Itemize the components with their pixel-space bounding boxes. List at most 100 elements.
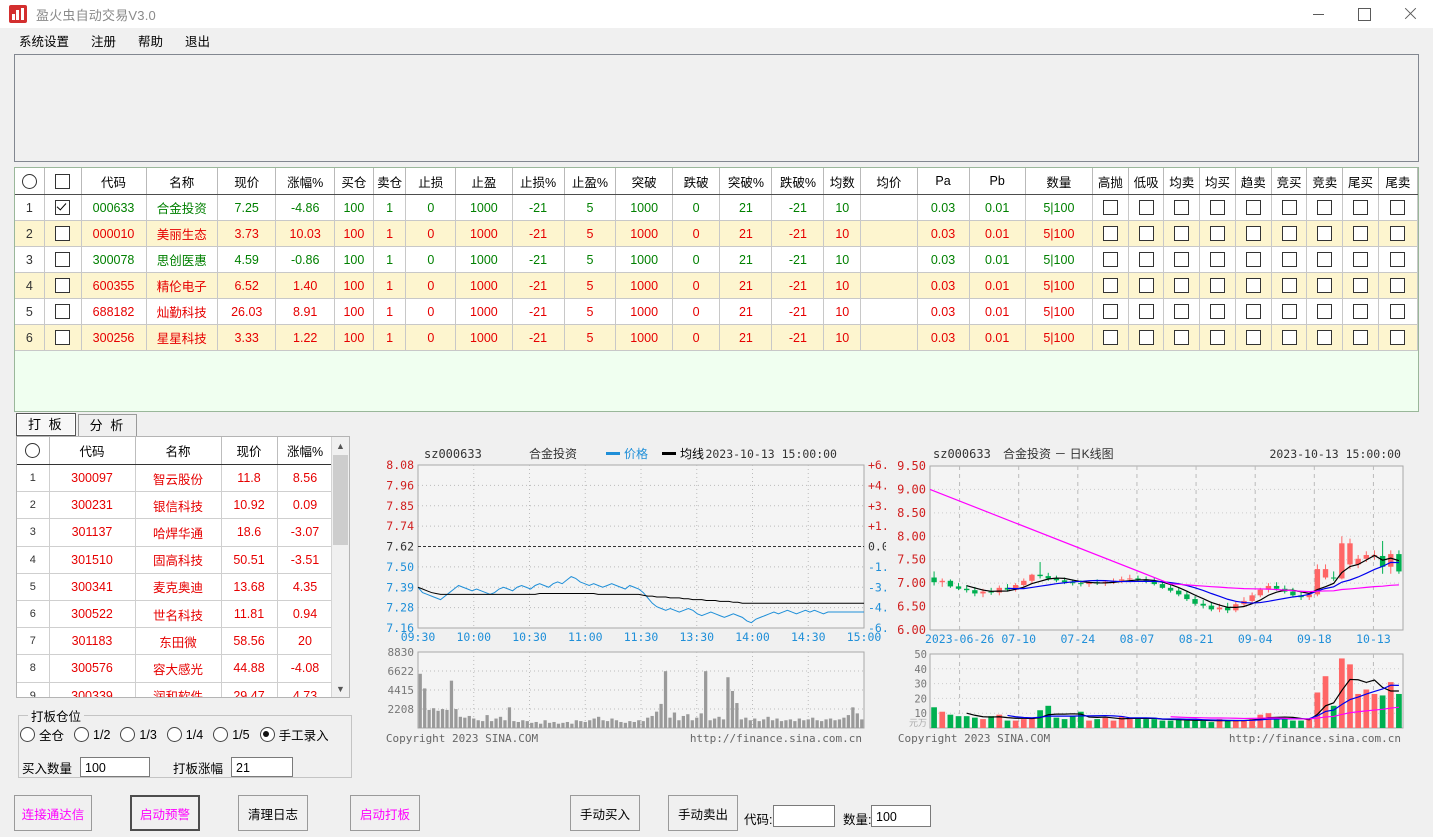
watchlist-cell-code[interactable]: 300341 bbox=[49, 573, 135, 600]
row-flag-checkbox[interactable] bbox=[1210, 330, 1225, 345]
row-select-cell[interactable] bbox=[44, 221, 81, 247]
watchlist-cell-price[interactable]: 58.56 bbox=[221, 628, 277, 655]
watchlist-cell-idx[interactable]: 9 bbox=[17, 682, 49, 698]
cell-qty[interactable]: 5|100 bbox=[1025, 247, 1092, 273]
cell-flag-均买[interactable] bbox=[1200, 195, 1236, 221]
tab-daban[interactable]: 打 板 bbox=[16, 413, 76, 436]
table-row[interactable]: 3300078思创医惠4.59-0.86100101000-2151000021… bbox=[15, 247, 1418, 273]
cell-avgp[interactable] bbox=[861, 273, 917, 299]
cell-slp[interactable]: -21 bbox=[512, 273, 564, 299]
watchlist-cell-idx[interactable]: 7 bbox=[17, 628, 49, 655]
cell-flag-竞买[interactable] bbox=[1271, 325, 1307, 351]
cell-code[interactable]: 000010 bbox=[81, 221, 146, 247]
tab-fenxi[interactable]: 分 析 bbox=[78, 414, 138, 436]
cell-chg[interactable]: 1.22 bbox=[276, 325, 334, 351]
watchlist-select-circle-icon[interactable] bbox=[25, 443, 40, 458]
cell-bdn[interactable]: 0 bbox=[672, 221, 720, 247]
cell-flag-均买[interactable] bbox=[1200, 273, 1236, 299]
cell-bdnp[interactable]: -21 bbox=[772, 273, 824, 299]
cell-tp[interactable]: 1000 bbox=[456, 325, 512, 351]
row-flag-checkbox[interactable] bbox=[1174, 200, 1189, 215]
cell-buy[interactable]: 100 bbox=[334, 299, 373, 325]
cell-bdn[interactable]: 0 bbox=[672, 325, 720, 351]
cell-flag-尾买[interactable] bbox=[1343, 221, 1379, 247]
cell-sl[interactable]: 0 bbox=[406, 325, 456, 351]
watchlist-cell-chg[interactable]: 0.09 bbox=[277, 492, 333, 519]
menu-item-exit[interactable]: 退出 bbox=[174, 28, 221, 53]
row-flag-checkbox[interactable] bbox=[1282, 278, 1297, 293]
watchlist-cell-price[interactable]: 11.81 bbox=[221, 600, 277, 627]
row-flag-checkbox[interactable] bbox=[1317, 226, 1332, 241]
row-checkbox[interactable] bbox=[55, 278, 70, 293]
row-flag-checkbox[interactable] bbox=[1174, 278, 1189, 293]
watchlist-cell-price[interactable]: 50.51 bbox=[221, 546, 277, 573]
watchlist-cell-price[interactable]: 11.8 bbox=[221, 465, 277, 492]
watchlist-cell-chg[interactable]: 4.73 bbox=[277, 682, 333, 698]
cell-price[interactable]: 3.33 bbox=[217, 325, 275, 351]
grid-col-Pa[interactable]: Pa bbox=[917, 168, 969, 195]
cell-name[interactable]: 合金投资 bbox=[146, 195, 217, 221]
cell-price[interactable]: 6.52 bbox=[217, 273, 275, 299]
grid-col-卖仓[interactable]: 卖仓 bbox=[373, 168, 405, 195]
watchlist-cell-idx[interactable]: 3 bbox=[17, 519, 49, 546]
watchlist-cell-name[interactable]: 东田微 bbox=[135, 628, 221, 655]
radio-icon[interactable] bbox=[120, 727, 135, 742]
watchlist-col-代码[interactable]: 代码 bbox=[49, 437, 135, 465]
cell-brkp[interactable]: 21 bbox=[720, 299, 772, 325]
menu-item-settings[interactable]: 系统设置 bbox=[8, 28, 80, 53]
watchlist-cell-chg[interactable]: 8.56 bbox=[277, 465, 333, 492]
cell-sell[interactable]: 1 bbox=[373, 195, 405, 221]
row-flag-checkbox[interactable] bbox=[1210, 252, 1225, 267]
radio-icon[interactable] bbox=[74, 727, 89, 742]
list-item[interactable]: 3301137哈焊华通18.6-3.07 bbox=[17, 519, 333, 546]
cell-tpp[interactable]: 5 bbox=[564, 247, 616, 273]
cell-avgn[interactable]: 10 bbox=[824, 221, 861, 247]
cell-brkp[interactable]: 21 bbox=[720, 195, 772, 221]
grid-col-现价[interactable]: 现价 bbox=[217, 168, 275, 195]
cell-flag-趋卖[interactable] bbox=[1235, 299, 1271, 325]
list-item[interactable]: 2300231银信科技10.920.09 bbox=[17, 492, 333, 519]
row-flag-checkbox[interactable] bbox=[1246, 200, 1261, 215]
watchlist-cell-idx[interactable]: 6 bbox=[17, 600, 49, 627]
row-flag-checkbox[interactable] bbox=[1174, 330, 1189, 345]
cell-slp[interactable]: -21 bbox=[512, 221, 564, 247]
row-flag-checkbox[interactable] bbox=[1246, 330, 1261, 345]
watchlist-cell-idx[interactable]: 1 bbox=[17, 465, 49, 492]
cell-bdn[interactable]: 0 bbox=[672, 247, 720, 273]
cell-flag-尾买[interactable] bbox=[1343, 273, 1379, 299]
cell-brk[interactable]: 1000 bbox=[616, 221, 672, 247]
intraday-chart[interactable]: sz000633合金投资价格均线2023-10-13 15:00:008.08+… bbox=[366, 440, 886, 758]
grid-col-均买[interactable]: 均买 bbox=[1200, 168, 1236, 195]
grid-col-涨幅%[interactable]: 涨幅% bbox=[276, 168, 334, 195]
cell-buy[interactable]: 100 bbox=[334, 195, 373, 221]
scrollbar-thumb[interactable] bbox=[333, 455, 348, 545]
row-flag-checkbox[interactable] bbox=[1174, 304, 1189, 319]
row-checkbox[interactable] bbox=[55, 330, 70, 345]
watchlist-cell-name[interactable]: 润和软件 bbox=[135, 682, 221, 698]
cell-flag-尾卖[interactable] bbox=[1378, 221, 1417, 247]
cell-flag-竞买[interactable] bbox=[1271, 273, 1307, 299]
cell-brk[interactable]: 1000 bbox=[616, 195, 672, 221]
cell-bdnp[interactable]: -21 bbox=[772, 247, 824, 273]
cell-qty[interactable]: 5|100 bbox=[1025, 325, 1092, 351]
grid-col-突破%[interactable]: 突破% bbox=[720, 168, 772, 195]
row-flag-checkbox[interactable] bbox=[1139, 330, 1154, 345]
scroll-up-icon[interactable]: ▲ bbox=[332, 437, 349, 454]
cell-avgn[interactable]: 10 bbox=[824, 247, 861, 273]
cell-qty[interactable]: 5|100 bbox=[1025, 273, 1092, 299]
cell-price[interactable]: 7.25 bbox=[217, 195, 275, 221]
log-output-area[interactable] bbox=[14, 54, 1419, 162]
cell-flag-高抛[interactable] bbox=[1092, 299, 1128, 325]
cell-tp[interactable]: 1000 bbox=[456, 299, 512, 325]
row-flag-checkbox[interactable] bbox=[1174, 226, 1189, 241]
cell-tpp[interactable]: 5 bbox=[564, 221, 616, 247]
grid-col-趋卖[interactable]: 趋卖 bbox=[1235, 168, 1271, 195]
cell-buy[interactable]: 100 bbox=[334, 325, 373, 351]
row-flag-checkbox[interactable] bbox=[1103, 200, 1118, 215]
watchlist-cell-chg[interactable]: -4.08 bbox=[277, 655, 333, 682]
cell-flag-竞卖[interactable] bbox=[1307, 221, 1343, 247]
position-option-2[interactable]: 1/3 bbox=[120, 727, 156, 742]
watchlist-cell-chg[interactable]: 0.94 bbox=[277, 600, 333, 627]
cell-flag-尾卖[interactable] bbox=[1378, 273, 1417, 299]
watchlist-cell-code[interactable]: 300576 bbox=[49, 655, 135, 682]
